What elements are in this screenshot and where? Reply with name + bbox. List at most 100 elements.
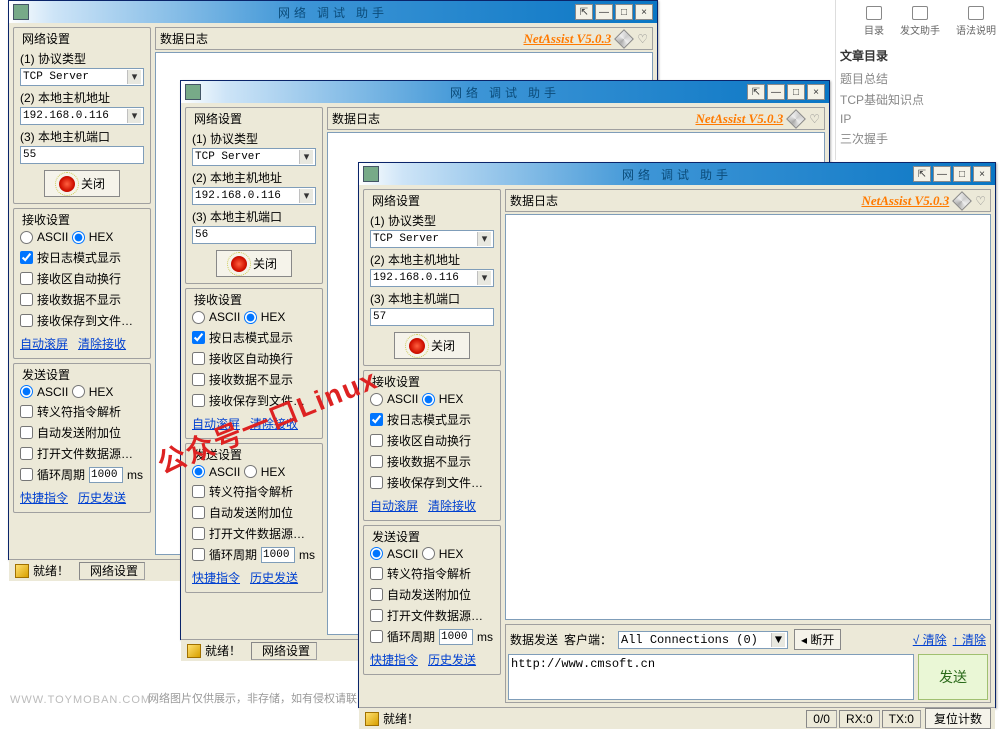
cycle-check[interactable]: 循环周期 ms	[370, 628, 493, 645]
bell-icon[interactable]: ♡	[975, 194, 986, 208]
minimize-button[interactable]: —	[595, 4, 613, 20]
chevron-down-icon[interactable]: ▾	[127, 109, 141, 123]
recv-hex-radio[interactable]: HEX	[244, 310, 286, 324]
port-input[interactable]	[370, 308, 494, 326]
auto-scroll-link[interactable]: 自动滚屏	[20, 335, 68, 352]
recv-ascii-radio[interactable]: ASCII	[20, 230, 68, 244]
send-button[interactable]: 发送	[918, 654, 988, 700]
recv-ascii-radio[interactable]: ASCII	[370, 392, 418, 406]
chevron-down-icon[interactable]: ▾	[127, 70, 141, 84]
host-combo[interactable]: 192.168.0.116▾	[192, 187, 316, 205]
pin-button[interactable]: ⇱	[913, 166, 931, 182]
close-button[interactable]: ×	[635, 4, 653, 20]
toc-item[interactable]: TCP基础知识点	[840, 91, 996, 108]
escape-check[interactable]: 转义符指令解析	[192, 483, 293, 500]
chevron-down-icon[interactable]: ▼	[771, 633, 785, 647]
title-bar[interactable]: 网络 调试 助手 ⇱ — □ ×	[359, 163, 995, 185]
auto-append-check[interactable]: 自动发送附加位	[370, 586, 471, 603]
bell-icon[interactable]: ♡	[637, 32, 648, 46]
auto-append-check[interactable]: 自动发送附加位	[20, 424, 121, 441]
cycle-input[interactable]	[89, 467, 123, 483]
minimize-button[interactable]: —	[933, 166, 951, 182]
brand-link[interactable]: NetAssist V5.0.3	[695, 111, 783, 127]
send-hex-radio[interactable]: HEX	[244, 465, 286, 479]
auto-scroll-link[interactable]: 自动滚屏	[370, 497, 418, 514]
chevron-down-icon[interactable]: ▾	[299, 189, 313, 203]
escape-check[interactable]: 转义符指令解析	[20, 403, 121, 420]
chevron-down-icon[interactable]: ▾	[477, 271, 491, 285]
chevron-down-icon[interactable]: ▾	[477, 232, 491, 246]
auto-scroll-link[interactable]: 自动滚屏	[192, 415, 240, 432]
close-button[interactable]: ×	[973, 166, 991, 182]
close-connection-button[interactable]: 关闭	[216, 250, 292, 277]
helper-icon[interactable]: 发文助手	[900, 6, 940, 37]
maximize-button[interactable]: □	[953, 166, 971, 182]
open-file-check[interactable]: 打开文件数据源…	[20, 445, 133, 462]
clear-recv-link[interactable]: 清除接收	[428, 497, 476, 514]
cycle-check[interactable]: 循环周期 ms	[20, 466, 143, 483]
hide-data-check[interactable]: 接收数据不显示	[192, 371, 293, 388]
cycle-check[interactable]: 循环周期 ms	[192, 546, 315, 563]
open-file-check[interactable]: 打开文件数据源…	[370, 607, 483, 624]
toc-item[interactable]: 三次握手	[840, 130, 996, 147]
save-file-check[interactable]: 接收保存到文件…	[20, 312, 133, 329]
quick-cmd-link[interactable]: 快捷指令	[20, 489, 68, 506]
escape-check[interactable]: 转义符指令解析	[370, 565, 471, 582]
protocol-combo[interactable]: TCP Server▾	[192, 148, 316, 166]
title-bar[interactable]: 网络 调试 助手 ⇱ — □ ×	[9, 1, 657, 23]
reset-count-button[interactable]: 复位计数	[925, 708, 991, 729]
hide-data-check[interactable]: 接收数据不显示	[20, 291, 121, 308]
host-combo[interactable]: 192.168.0.116▾	[20, 107, 144, 125]
bell-icon[interactable]: ♡	[809, 112, 820, 126]
history-link[interactable]: 历史发送	[78, 489, 126, 506]
port-input[interactable]	[192, 226, 316, 244]
send-hex-radio[interactable]: HEX	[422, 547, 464, 561]
clear-l-link[interactable]: √ 清除	[913, 631, 947, 648]
recv-hex-radio[interactable]: HEX	[422, 392, 464, 406]
protocol-combo[interactable]: TCP Server▾	[370, 230, 494, 248]
quick-cmd-link[interactable]: 快捷指令	[370, 651, 418, 668]
diamond-icon[interactable]	[614, 29, 634, 49]
brand-link[interactable]: NetAssist V5.0.3	[861, 193, 949, 209]
auto-wrap-check[interactable]: 接收区自动换行	[192, 350, 293, 367]
close-connection-button[interactable]: 关闭	[44, 170, 120, 197]
send-ascii-radio[interactable]: ASCII	[192, 465, 240, 479]
send-hex-radio[interactable]: HEX	[72, 385, 114, 399]
title-bar[interactable]: 网络 调试 助手 ⇱ — □ ×	[181, 81, 829, 103]
pin-button[interactable]: ⇱	[747, 84, 765, 100]
maximize-button[interactable]: □	[615, 4, 633, 20]
maximize-button[interactable]: □	[787, 84, 805, 100]
diamond-icon[interactable]	[952, 191, 972, 211]
clear-r-link[interactable]: ↑ 清除	[953, 631, 986, 648]
quick-cmd-link[interactable]: 快捷指令	[192, 569, 240, 586]
save-file-check[interactable]: 接收保存到文件…	[370, 474, 483, 491]
chevron-down-icon[interactable]: ▾	[299, 150, 313, 164]
host-combo[interactable]: 192.168.0.116▾	[370, 269, 494, 287]
client-dropdown[interactable]: All Connections (0)▼	[618, 631, 788, 649]
log-textarea[interactable]	[505, 214, 991, 620]
hide-data-check[interactable]: 接收数据不显示	[370, 453, 471, 470]
diamond-icon[interactable]	[786, 109, 806, 129]
auto-wrap-check[interactable]: 接收区自动换行	[20, 270, 121, 287]
log-mode-check[interactable]: 按日志模式显示	[20, 249, 121, 266]
disconnect-button[interactable]: ◂ 断开	[794, 629, 841, 650]
protocol-combo[interactable]: TCP Server▾	[20, 68, 144, 86]
send-textarea[interactable]: http://www.cmsoft.cn	[508, 654, 914, 700]
history-link[interactable]: 历史发送	[428, 651, 476, 668]
toc-icon[interactable]: 目录	[864, 6, 884, 37]
open-file-check[interactable]: 打开文件数据源…	[192, 525, 305, 542]
log-mode-check[interactable]: 按日志模式显示	[370, 411, 471, 428]
send-ascii-radio[interactable]: ASCII	[370, 547, 418, 561]
toc-item[interactable]: IP	[840, 112, 996, 126]
save-file-check[interactable]: 接收保存到文件…	[192, 392, 305, 409]
close-connection-button[interactable]: 关闭	[394, 332, 470, 359]
port-input[interactable]	[20, 146, 144, 164]
clear-recv-link[interactable]: 清除接收	[78, 335, 126, 352]
close-button[interactable]: ×	[807, 84, 825, 100]
toc-item[interactable]: 题目总结	[840, 70, 996, 87]
brand-link[interactable]: NetAssist V5.0.3	[523, 31, 611, 47]
syntax-icon[interactable]: 语法说明	[956, 6, 996, 37]
recv-ascii-radio[interactable]: ASCII	[192, 310, 240, 324]
history-link[interactable]: 历史发送	[250, 569, 298, 586]
cycle-input[interactable]	[261, 547, 295, 563]
